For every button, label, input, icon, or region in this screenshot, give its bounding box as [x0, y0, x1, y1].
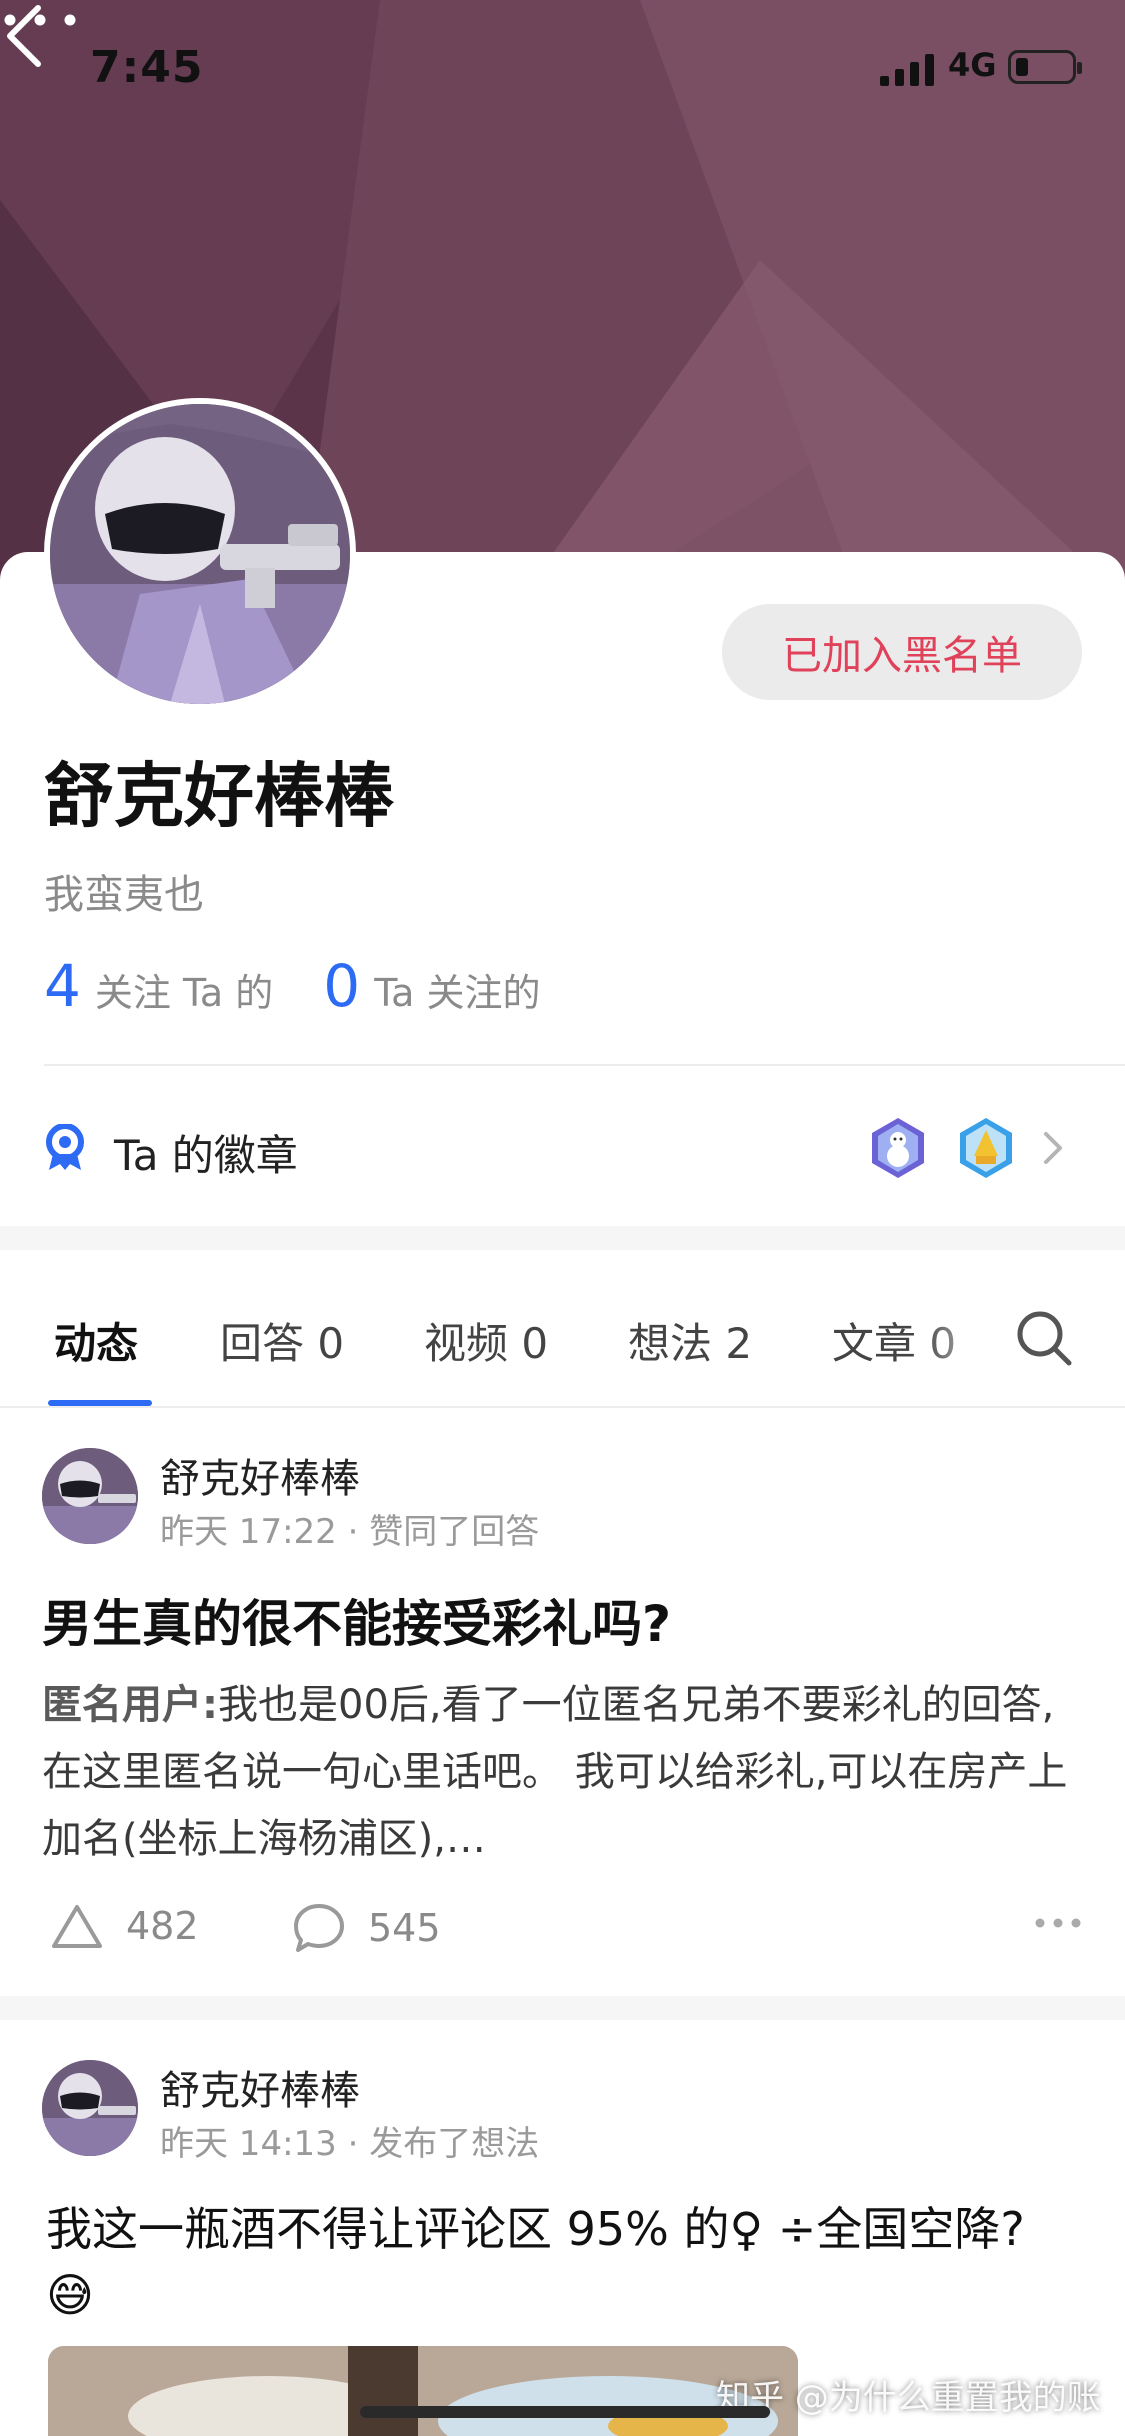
profile-bio: 我蛮夷也 [44, 872, 204, 918]
avatar-image [50, 404, 350, 704]
following-stat[interactable]: 0 Ta 关注的 [323, 952, 540, 1020]
followers-count: 4 [44, 952, 81, 1020]
feed-author[interactable]: 舒克好棒棒 [160, 1446, 360, 1504]
profile-page: 7:45 4G 已加入黑名单 舒克好棒棒 我蛮夷也 4 关注 Ta 的 0 Ta… [0, 0, 1125, 2436]
tab-activity[interactable]: 动态 [54, 1310, 138, 1371]
more-dots-icon[interactable] [0, 0, 80, 40]
badges-row[interactable]: Ta 的徽章 [0, 1090, 1125, 1206]
watermark: 知乎 @为什么重置我的账 [716, 2378, 1101, 2418]
home-indicator [360, 2406, 770, 2418]
badge-ribbon-icon [46, 1124, 84, 1170]
feed-author[interactable]: 舒克好棒棒 [160, 2058, 360, 2116]
section-separator [0, 1226, 1125, 1250]
comment-button[interactable]: 545 [292, 1902, 441, 1954]
battery-icon [1008, 50, 1082, 84]
avatar[interactable] [42, 1448, 138, 1544]
feed-separator [0, 1996, 1125, 2020]
upvote-triangle-icon [52, 1905, 102, 1948]
blacklisted-button[interactable]: 已加入黑名单 [722, 604, 1082, 700]
tab-videos[interactable]: 视频 0 [424, 1310, 548, 1371]
feed-meta: 昨天 14:13 · 发布了想法 [160, 2124, 540, 2164]
profile-tabs: 动态 回答 0 视频 0 想法 2 文章 0 [0, 1250, 1125, 1408]
gold-badge-icon[interactable] [954, 1116, 1018, 1180]
comment-count: 545 [368, 1906, 441, 1950]
chevron-right-icon [1044, 1132, 1062, 1164]
feed-actions: 482 545 [42, 1902, 1082, 1972]
feed-title[interactable]: 男生真的很不能接受彩礼吗? [42, 1584, 671, 1656]
following-count: 0 [323, 952, 361, 1020]
search-icon[interactable] [1014, 1308, 1074, 1368]
feed-meta: 昨天 17:22 · 赞同了回答 [160, 1512, 540, 1552]
network-type: 4G [948, 46, 997, 84]
follow-stats: 4 关注 Ta 的 0 Ta 关注的 [44, 952, 590, 1020]
status-time: 7:45 [90, 42, 204, 93]
tab-thoughts[interactable]: 想法 2 [628, 1310, 752, 1371]
feed-item[interactable]: 舒克好棒棒 昨天 17:22 · 赞同了回答 男生真的很不能接受彩礼吗? 匿名用… [0, 1408, 1125, 1996]
snowman-badge-icon[interactable] [866, 1116, 930, 1180]
avatar-image [42, 2060, 138, 2156]
upvote-count: 482 [126, 1904, 199, 1948]
badges-label: Ta 的徽章 [114, 1131, 298, 1180]
comment-bubble-icon [294, 1904, 344, 1952]
active-tab-indicator [48, 1400, 152, 1406]
feed-photo [48, 2346, 798, 2436]
tab-answers[interactable]: 回答 0 [220, 1310, 344, 1371]
status-bar: 7:45 4G [0, 40, 1125, 100]
profile-name: 舒克好棒棒 [44, 755, 394, 837]
more-dots-icon[interactable] [1034, 1916, 1082, 1930]
feed-image[interactable] [48, 2346, 798, 2436]
avatar[interactable] [44, 398, 356, 710]
avatar[interactable] [42, 2060, 138, 2156]
cellular-signal-icon [880, 54, 934, 86]
feed-excerpt[interactable]: 匿名用户:我也是00后,看了一位匿名兄弟不要彩礼的回答,在这里匿名说一句心里话吧… [42, 1672, 1082, 1873]
avatar-image [42, 1448, 138, 1544]
upvote-button[interactable]: 482 [50, 1902, 199, 1950]
feed-thought-text[interactable]: 我这一瓶酒不得让评论区 95% 的♀ ÷全国空降? 😅 [46, 2196, 1066, 2328]
divider [44, 1064, 1125, 1066]
tab-fade [920, 1290, 1010, 1390]
followers-label: 关注 Ta 的 [94, 971, 274, 1015]
followers-stat[interactable]: 4 关注 Ta 的 [44, 952, 273, 1020]
excerpt-author: 匿名用户: [42, 1682, 218, 1728]
following-label: Ta 关注的 [374, 971, 541, 1015]
